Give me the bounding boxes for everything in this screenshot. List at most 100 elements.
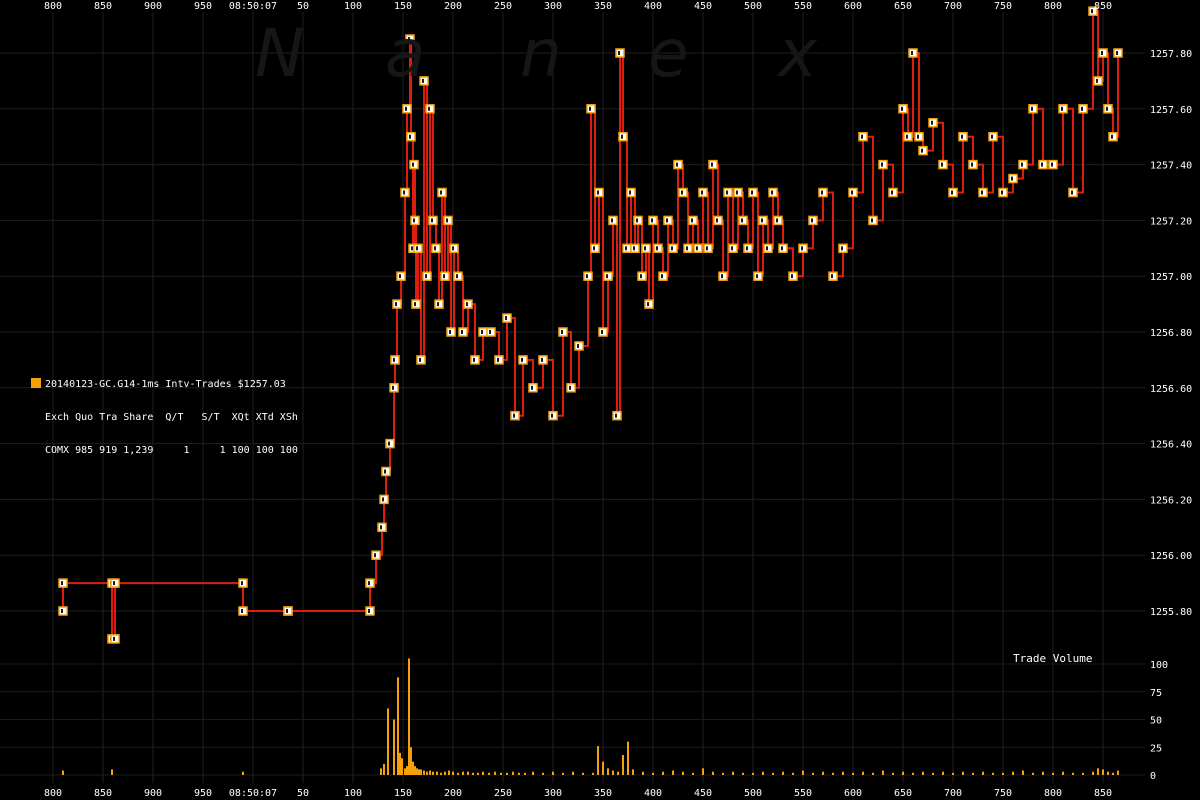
trade-marker-glyph <box>781 246 783 251</box>
trade-marker <box>238 578 248 588</box>
volume-bar <box>982 771 984 775</box>
trade-marker-glyph <box>771 190 773 195</box>
volume-bar <box>1032 772 1034 775</box>
price-tick-label: 1257.00 <box>1150 272 1192 283</box>
volume-bar <box>380 768 382 775</box>
trade-marker-glyph <box>461 330 463 334</box>
volume-bar <box>802 770 804 775</box>
trade-marker <box>502 313 512 323</box>
trade-marker <box>763 243 773 254</box>
trade-marker <box>888 187 898 198</box>
volume-bar <box>852 772 854 775</box>
trade-marker-glyph <box>746 246 748 251</box>
trade-marker <box>723 187 733 198</box>
volume-bar <box>832 772 834 775</box>
trade-marker <box>818 187 828 198</box>
trade-marker-glyph <box>431 218 433 223</box>
trade-marker <box>778 243 788 254</box>
volume-bar <box>542 772 544 775</box>
time-tick-bottom: 100 <box>344 788 362 799</box>
volume-bar <box>408 658 410 775</box>
time-tick-top: 950 <box>194 1 212 12</box>
trade-marker <box>608 215 618 226</box>
trade-marker <box>878 159 888 170</box>
trade-marker-glyph <box>425 274 427 279</box>
trade-marker <box>110 634 120 644</box>
trade-marker-glyph <box>61 609 63 613</box>
info-panel: 20140123-GC.G14-1ms Intv-Trades $1257.03… <box>31 357 298 478</box>
volume-bar <box>822 771 824 775</box>
trade-marker <box>425 104 435 114</box>
volume-bar <box>892 772 894 775</box>
trade-marker-glyph <box>676 162 678 167</box>
trade-marker <box>518 355 528 365</box>
price-tick-label: 1256.20 <box>1150 495 1192 506</box>
volume-tick-label: 25 <box>1150 743 1162 754</box>
time-tick-top: 850 <box>94 1 112 12</box>
time-axis-bottom: 800 850 900 950 08:50:07 50 100 150 200 250 300 350… <box>44 788 1112 799</box>
trade-marker-glyph <box>647 302 649 307</box>
time-tick-top: 200 <box>444 1 462 12</box>
trade-marker-glyph <box>368 609 370 613</box>
trade-marker-glyph <box>61 581 63 586</box>
trade-marker-glyph <box>374 553 376 558</box>
trade-marker-glyph <box>428 106 430 111</box>
trade-marker <box>1048 159 1058 170</box>
trade-marker <box>1078 104 1088 114</box>
trade-marker-glyph <box>489 330 491 334</box>
trade-marker <box>858 131 868 142</box>
trade-marker <box>402 104 412 114</box>
volume-tick-label: 50 <box>1150 716 1162 727</box>
volume-bar <box>420 769 422 775</box>
trade-marker <box>612 410 622 421</box>
trade-marker <box>641 243 651 254</box>
volume-bar <box>692 772 694 775</box>
volume-bar <box>432 771 434 775</box>
trade-marker <box>416 355 426 365</box>
volume-bar <box>440 772 442 775</box>
trade-marker-glyph <box>801 246 803 251</box>
trade-marker <box>968 159 978 170</box>
volume-bar <box>452 771 454 775</box>
time-tick-bottom: 150 <box>394 788 412 799</box>
volume-bar <box>662 771 664 775</box>
trade-marker-glyph <box>736 190 738 195</box>
trade-marker <box>743 243 753 254</box>
volume-bar <box>627 741 629 775</box>
trade-marker <box>379 494 389 505</box>
trade-marker-glyph <box>931 120 933 125</box>
time-tick-top: 400 <box>644 1 662 12</box>
volume-bar <box>397 677 399 775</box>
trade-marker <box>566 383 576 393</box>
trade-marker <box>808 215 818 226</box>
trade-marker <box>713 215 723 226</box>
volume-axis: 100 75 50 25 0 <box>1150 660 1168 782</box>
time-tick-bottom: 800 <box>44 788 62 799</box>
volume-bar <box>1102 769 1104 775</box>
trade-marker-glyph <box>1111 134 1113 139</box>
trade-marker <box>1108 131 1118 142</box>
trade-marker <box>463 299 473 309</box>
trade-marker <box>618 131 628 142</box>
trade-marker-glyph <box>505 316 507 321</box>
trade-marker <box>558 327 568 337</box>
trade-marker <box>1058 104 1068 114</box>
trade-marker-glyph <box>456 274 458 279</box>
volume-bar <box>597 746 599 775</box>
trade-marker <box>678 187 688 198</box>
trade-marker-glyph <box>1051 162 1053 167</box>
trade-marker <box>1103 104 1113 114</box>
volume-bar <box>622 755 624 775</box>
trade-marker-glyph <box>666 218 668 223</box>
trade-marker <box>848 187 858 198</box>
trade-marker <box>390 355 400 365</box>
trade-marker <box>633 215 643 226</box>
volume-bar <box>1082 772 1084 775</box>
time-tick-bottom: 50 <box>297 788 309 799</box>
trade-marker-glyph <box>440 190 442 195</box>
watermark-letter: x <box>778 15 818 92</box>
trade-marker-glyph <box>589 106 591 111</box>
time-tick-top: 150 <box>394 1 412 12</box>
trade-marker-glyph <box>691 218 693 223</box>
trade-marker-glyph <box>716 218 718 223</box>
